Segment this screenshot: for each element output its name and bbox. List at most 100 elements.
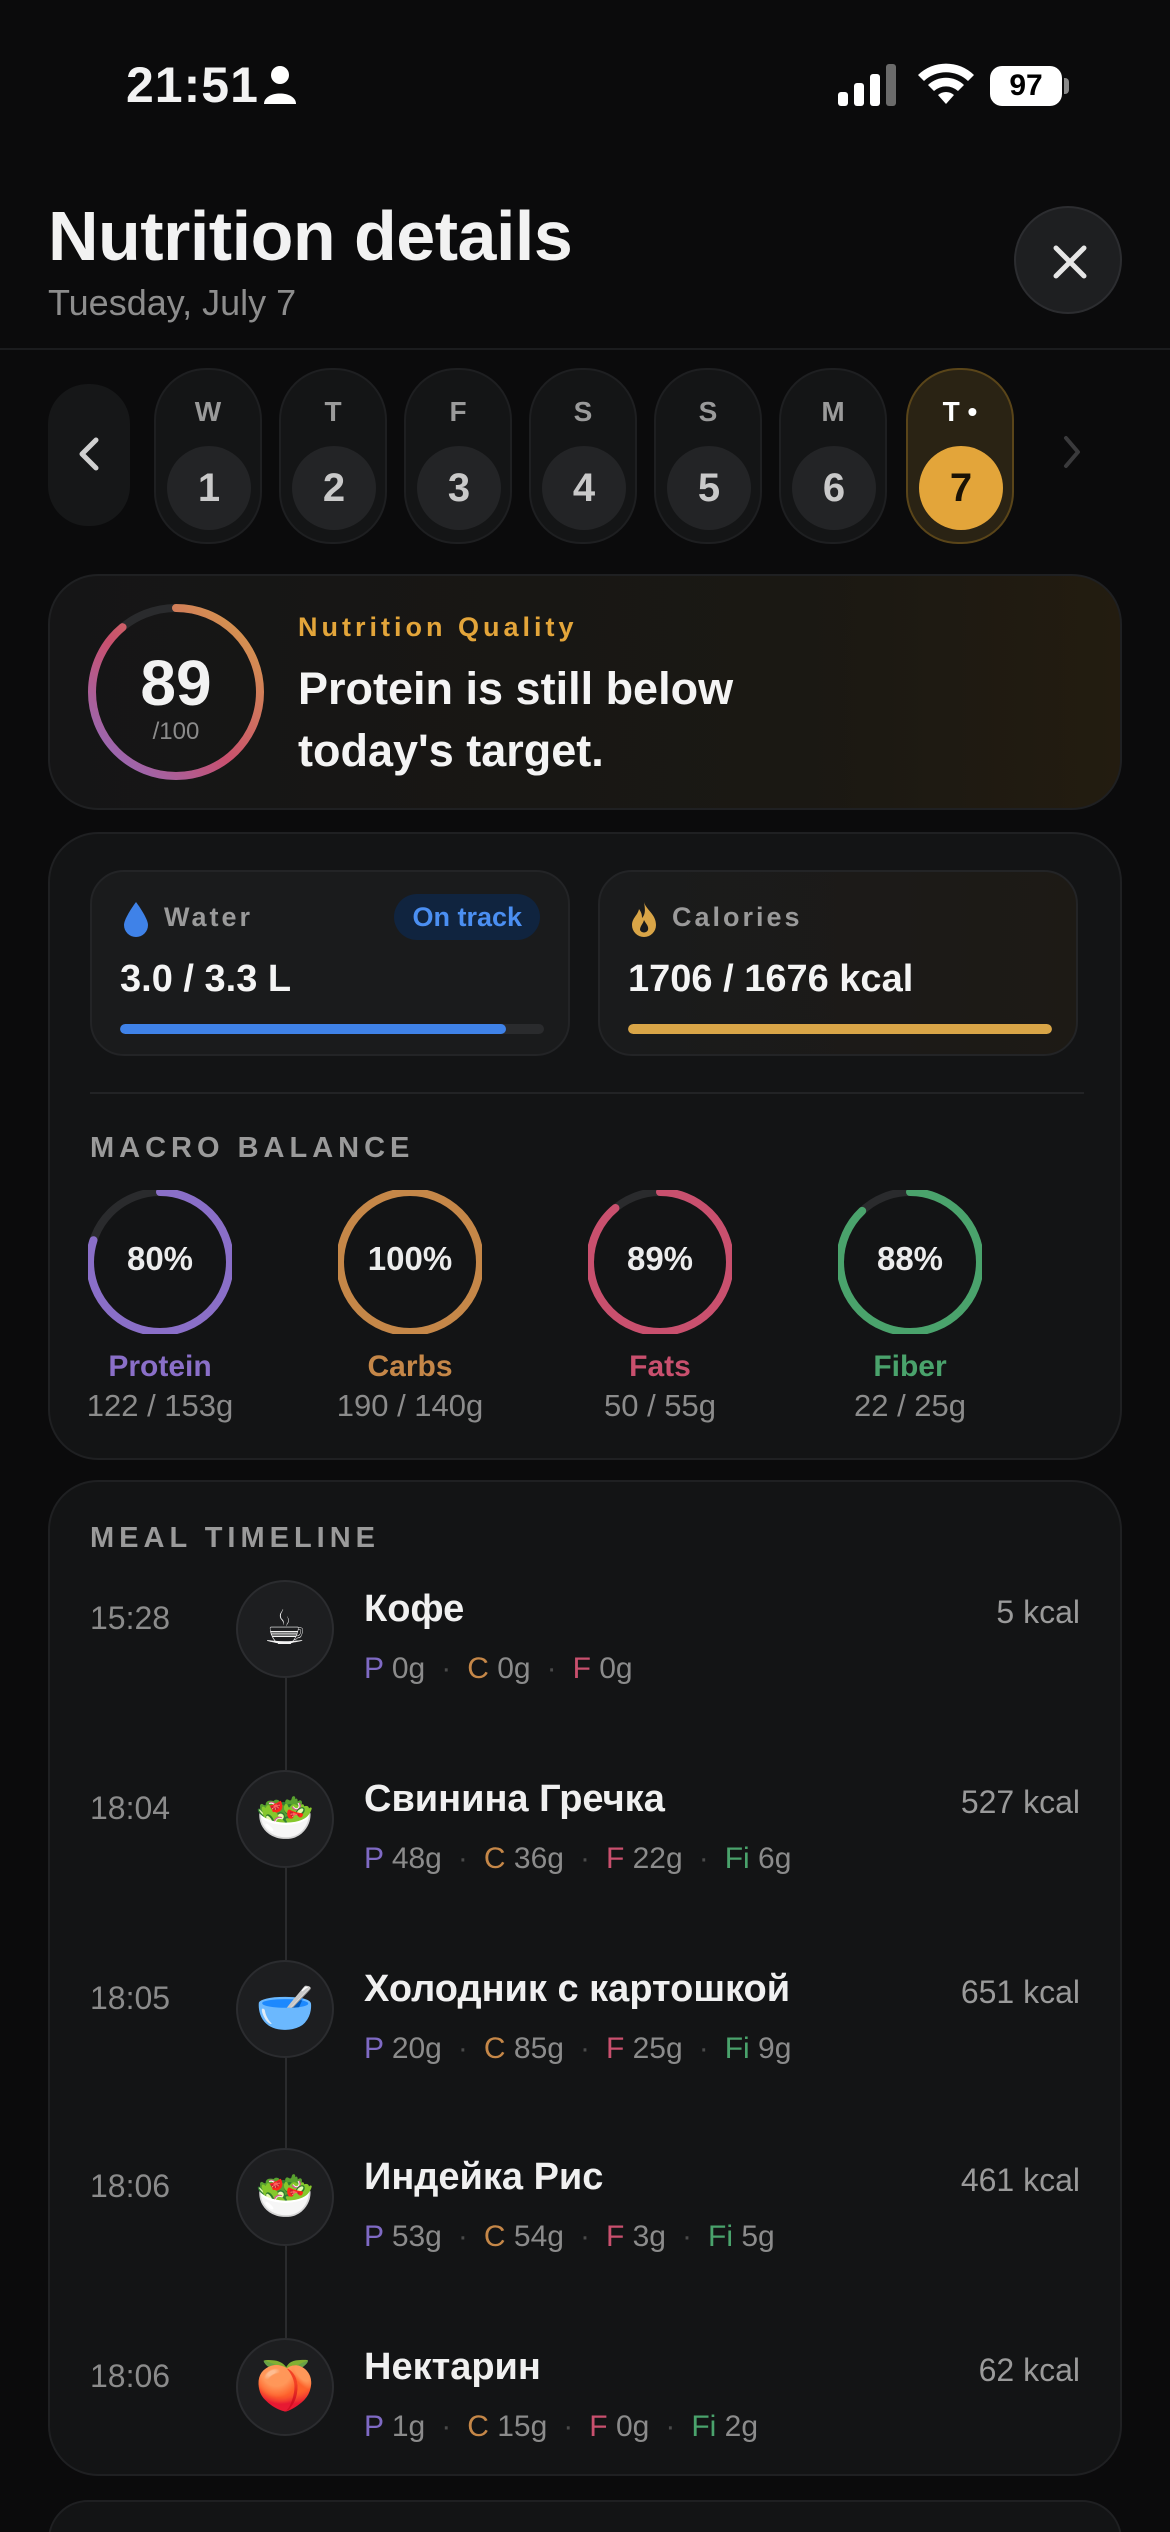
close-icon (1053, 245, 1087, 279)
day-number: 2 (292, 446, 376, 530)
quality-label: Nutrition Quality (298, 612, 578, 642)
day-selector-2[interactable]: T2 (279, 368, 387, 544)
macro-name: Carbs (367, 1350, 453, 1383)
day-letter: W (194, 396, 222, 427)
macro-percent: 89% (626, 1240, 694, 1277)
quality-score: 89 (140, 647, 212, 719)
day-letter: S (573, 396, 593, 427)
day-selector-4[interactable]: S4 (529, 368, 637, 544)
meal-macros: P 1g · C 15g · F 0g · Fi 2g (364, 2410, 759, 2443)
meal-macros: P 20g · C 85g · F 25g · Fi 9g (364, 2032, 792, 2065)
water-drop-icon (124, 902, 148, 937)
soup-bowl-icon: 🥣 (236, 1960, 334, 2058)
salad-icon: 🥗 (236, 1770, 334, 1868)
macro-percent: 88% (876, 1240, 944, 1277)
previous-week-button[interactable] (48, 384, 130, 526)
quality-message: Protein is still below today's target. (298, 663, 734, 776)
nutrition-quality-card[interactable]: 89 /100 Nutrition Quality Protein is sti… (48, 574, 1122, 810)
calories-progress-bar (628, 1024, 1052, 1034)
day-number: 7 (919, 446, 1003, 530)
meal-macros: P 53g · C 54g · F 3g · Fi 5g (364, 2220, 775, 2253)
meal-name: Нектарин (364, 2346, 541, 2388)
day-selector-3[interactable]: F3 (404, 368, 512, 544)
cellular-signal-icon (838, 64, 896, 106)
meal-name: Кофе (364, 1588, 465, 1630)
status-bar: 21:51 97 (0, 0, 1170, 170)
day-letter: M (821, 396, 845, 427)
meal-name: Индейка Рис (364, 2156, 604, 2198)
chevron-left-icon (79, 437, 99, 471)
meal-time: 18:05 (90, 1980, 171, 2016)
calories-value: 1706 / 1676 kcal (628, 958, 914, 1000)
meal-name: Свинина Гречка (364, 1778, 665, 1820)
flame-icon (632, 902, 656, 937)
salad-icon: 🥗 (236, 2148, 334, 2246)
page-subtitle-date: Tuesday, July 7 (48, 282, 297, 323)
meal-item[interactable]: 15:28 ☕ Кофе 5 kcal P 0g · C 0g · F 0g (50, 1580, 1120, 1730)
macro-carbs: 100% Carbs 190 / 140g (310, 1190, 510, 1430)
daily-stats-card: Water On track 3.0 / 3.3 L Calories 1706… (48, 832, 1122, 1460)
water-value: 3.0 / 3.3 L (120, 958, 292, 1000)
day-selector-5[interactable]: S5 (654, 368, 762, 544)
macro-percent: 100% (367, 1240, 453, 1277)
day-letter: T (324, 396, 342, 427)
day-number: 5 (667, 446, 751, 530)
section-divider (90, 1092, 1084, 1094)
macro-amount: 190 / 140g (336, 1388, 484, 1423)
wifi-icon (918, 63, 974, 104)
close-button[interactable] (1014, 206, 1122, 314)
meal-time: 15:28 (90, 1600, 171, 1636)
meal-macros: P 48g · C 36g · F 22g · Fi 6g (364, 1842, 792, 1875)
meal-time: 18:04 (90, 1790, 171, 1826)
battery-icon: 97 (990, 66, 1069, 106)
day-number: 3 (417, 446, 501, 530)
water-status-badge: On track (394, 894, 540, 940)
meal-time: 18:06 (90, 2358, 171, 2394)
meal-timeline-title: MEAL TIMELINE (90, 1522, 381, 1554)
macro-fiber: 88% Fiber 22 / 25g (810, 1190, 1010, 1430)
water-progress-bar (120, 1024, 544, 1034)
battery-level: 97 (990, 66, 1062, 106)
water-label: Water (164, 902, 254, 932)
person-icon (264, 66, 296, 104)
meal-item[interactable]: 18:06 🍑 Нектарин 62 kcal P 1g · C 15g · F 0g · Fi … (50, 2338, 1120, 2488)
day-selector-7[interactable]: T • 7 (906, 368, 1014, 544)
meal-item[interactable]: 18:05 🥣 Холодник с картошкой 651 kcal P 20g ·… (50, 1960, 1120, 2110)
meal-item[interactable]: 18:04 🥗 Свинина Гречка 527 kcal P 48g · C 36g ·… (50, 1770, 1120, 1920)
calories-tile[interactable]: Calories 1706 / 1676 kcal (598, 870, 1078, 1056)
quality-score-max: /100 (152, 718, 200, 745)
next-card-peek (48, 2500, 1122, 2532)
meal-kcal: 527 kcal (960, 1784, 1080, 1820)
macro-fats: 89% Fats 50 / 55g (560, 1190, 760, 1430)
water-tile[interactable]: Water On track 3.0 / 3.3 L (90, 870, 570, 1056)
macro-amount: 122 / 153g (86, 1388, 234, 1423)
meal-time: 18:06 (90, 2168, 171, 2204)
day-letter: F (449, 396, 467, 427)
day-number: 4 (542, 446, 626, 530)
meal-macros: P 0g · C 0g · F 0g (364, 1652, 633, 1685)
meal-kcal: 5 kcal (996, 1594, 1080, 1630)
meal-kcal: 62 kcal (978, 2352, 1080, 2388)
macro-name: Fats (629, 1350, 691, 1383)
macro-percent: 80% (126, 1240, 194, 1277)
meal-timeline-card: MEAL TIMELINE 15:28 ☕ Кофе 5 kcal P 0g · C 0g ·… (48, 1480, 1122, 2476)
meal-kcal: 651 kcal (960, 1974, 1080, 2010)
macro-protein: 80% Protein 122 / 153g (60, 1190, 260, 1430)
nectarine-icon: 🍑 (236, 2338, 334, 2436)
day-selector-1[interactable]: W1 (154, 368, 262, 544)
macro-amount: 22 / 25g (853, 1388, 967, 1423)
page-title: Nutrition details (48, 197, 573, 275)
macro-balance-title: MACRO BALANCE (90, 1132, 415, 1164)
coffee-icon: ☕ (236, 1580, 334, 1678)
meal-name: Холодник с картошкой (364, 1968, 791, 2010)
status-time: 21:51 (126, 57, 259, 113)
day-selector-6[interactable]: M6 (779, 368, 887, 544)
macro-amount: 50 / 55g (603, 1388, 717, 1423)
meal-item[interactable]: 18:06 🥗 Индейка Рис 461 kcal P 53g · C 54g · F 3… (50, 2148, 1120, 2298)
macro-name: Protein (108, 1350, 212, 1383)
macro-name: Fiber (873, 1350, 947, 1383)
day-number: 1 (167, 446, 251, 530)
meal-kcal: 461 kcal (960, 2162, 1080, 2198)
chevron-right-icon[interactable] (1060, 432, 1084, 472)
day-number: 6 (792, 446, 876, 530)
